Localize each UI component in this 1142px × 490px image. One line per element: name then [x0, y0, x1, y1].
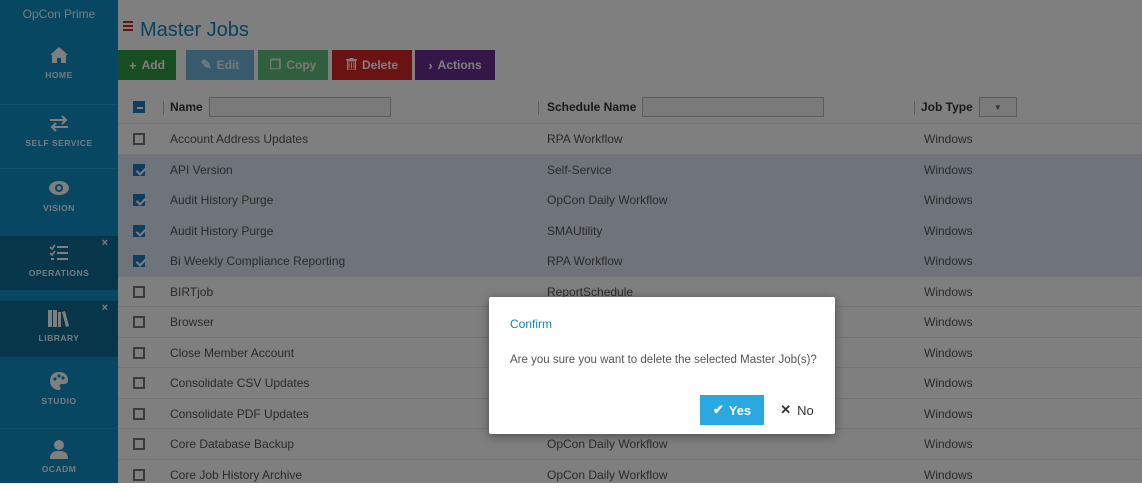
dialog-message: Are you sure you want to delete the sele… [510, 354, 817, 366]
close-icon: ✕ [780, 402, 792, 417]
no-button[interactable]: ✕ No [772, 395, 822, 425]
yes-button[interactable]: ✔ Yes [700, 395, 764, 425]
confirm-dialog: Confirm Are you sure you want to delete … [489, 297, 835, 434]
check-icon: ✔ [712, 402, 724, 417]
dialog-title: Confirm [510, 317, 553, 331]
